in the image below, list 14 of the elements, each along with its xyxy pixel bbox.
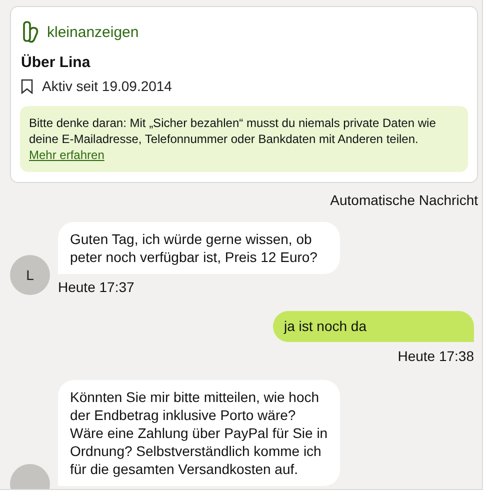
safety-notice: Bitte denke daran: Mit „Sicher bezahlen“ musst du niemals private Daten wie deine E-Mailadresse, Telefonnummer oder Bankdaten mit Anderen teilen. Mehr erfahren	[20, 106, 468, 172]
brand-name: kleinanzeigen	[47, 24, 139, 40]
profile-heading: Über Lina	[21, 54, 92, 71]
message-time: Heute 17:37	[58, 279, 136, 295]
message-bubble: Guten Tag, ich würde gerne wissen, ob peter noch verfügbar ist, Preis 12 Euro?	[58, 222, 340, 274]
message-time: Heute 17:38	[398, 348, 474, 364]
active-since: Aktiv seit 19.09.2014	[42, 78, 172, 94]
avatar: L	[10, 255, 50, 295]
bookmark-icon	[20, 78, 34, 94]
message-bubble: ja ist noch da	[273, 311, 474, 342]
automatic-message-label: Automatische Nachricht	[330, 192, 478, 208]
message-bubble: Könnten Sie mir bitte mitteilen, wie hoch der Endbetrag inklusive Porto wäre? Wäre eine Zahlung über PayPal für Sie in Ordnung? Selbstverständlich komme ich für die gesamten Versandkosten auf.	[58, 380, 340, 486]
learn-more-link[interactable]: Mehr erfahren	[29, 148, 104, 162]
logo-icon	[21, 21, 41, 43]
